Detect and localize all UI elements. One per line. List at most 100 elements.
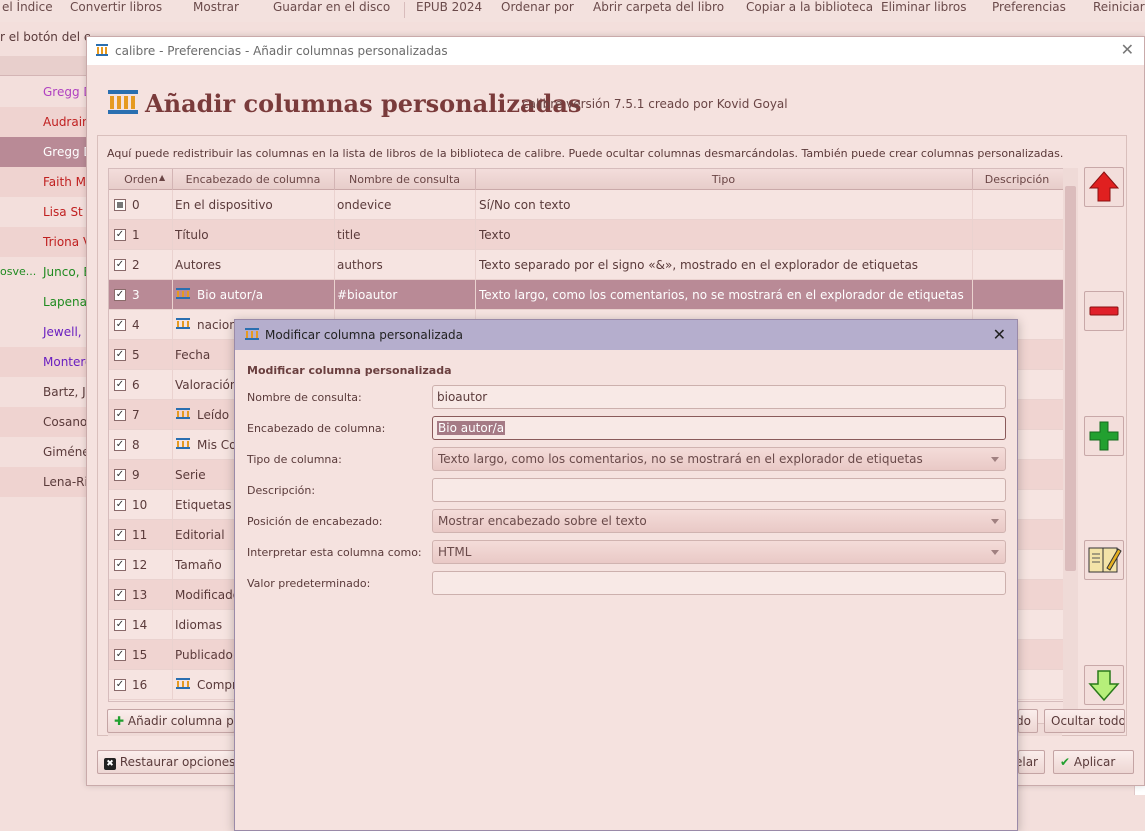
- library-row[interactable]: Montero: [0, 347, 90, 377]
- grid-line: [172, 400, 173, 430]
- toolbar-item-preferences[interactable]: Preferencias: [992, 0, 1066, 14]
- move-down-button[interactable]: [1084, 665, 1124, 705]
- edit-column-button[interactable]: [1084, 540, 1124, 580]
- header-position-select[interactable]: Mostrar encabezado sobre el texto: [432, 509, 1006, 533]
- toolbar-item-save[interactable]: Guardar en el disco: [273, 0, 390, 14]
- toolbar-item-show[interactable]: Mostrar: [193, 0, 239, 14]
- library-cell-author: Lapena,: [43, 295, 90, 309]
- move-up-button[interactable]: [1084, 167, 1124, 207]
- library-cell-author: Lisa St: [43, 205, 83, 219]
- chevron-down-icon: [991, 519, 999, 524]
- order-cell: 16: [132, 678, 148, 692]
- toolbar-item-index[interactable]: el Índice: [2, 0, 53, 14]
- visibility-checkbox[interactable]: ✓: [114, 499, 126, 511]
- hide-all-button[interactable]: Ocultar todo: [1044, 709, 1125, 733]
- order-cell: 4: [132, 318, 140, 332]
- show-all-label: Mostrar todo: [1019, 714, 1031, 728]
- column-type-select[interactable]: Texto largo, como los comentarios, no se…: [432, 447, 1006, 471]
- toolbar-item-open-folder[interactable]: Abrir carpeta del libro: [593, 0, 724, 14]
- order-cell: 1: [132, 228, 140, 242]
- order-cell: 3: [132, 288, 140, 302]
- grid-line: [172, 370, 173, 400]
- show-all-button[interactable]: Mostrar todo: [1018, 709, 1038, 733]
- plus-icon: [1089, 421, 1119, 451]
- header-type[interactable]: Tipo: [475, 173, 972, 186]
- library-row[interactable]: Cosano,: [0, 407, 90, 437]
- visibility-checkbox[interactable]: ✓: [114, 469, 126, 481]
- visibility-checkbox[interactable]: ✓: [114, 559, 126, 571]
- column-header-field[interactable]: Bio autor/a: [432, 416, 1006, 440]
- lookup-field[interactable]: bioautor: [432, 385, 1006, 409]
- library-row[interactable]: Audrain: [0, 107, 90, 137]
- toolbar-item-restart[interactable]: Reiniciar: [1093, 0, 1145, 14]
- library-row[interactable]: osve... Junco, E: [0, 257, 90, 287]
- column-row[interactable]: 0 En el dispositivo ondevice Sí/No con text…: [109, 190, 1077, 220]
- library-row[interactable]: Lena-Riv: [0, 467, 90, 497]
- interpret-as-select[interactable]: HTML: [432, 540, 1006, 564]
- library-table-header: [0, 56, 90, 76]
- toolbar-item-delete[interactable]: Eliminar libros: [881, 0, 967, 14]
- column-row[interactable]: ✓ 3 Bio autor/a #bioautor Texto largo, como …: [109, 280, 1077, 310]
- visibility-checkbox[interactable]: ✓: [114, 289, 126, 301]
- dialog-close-icon[interactable]: ✕: [993, 325, 1006, 344]
- visibility-checkbox[interactable]: ✓: [114, 649, 126, 661]
- type-cell: Texto largo, como los comentarios, no se…: [479, 288, 964, 302]
- description-field[interactable]: [432, 478, 1006, 502]
- library-row[interactable]: Gregg D: [0, 77, 90, 107]
- vertical-scrollbar[interactable]: [1063, 168, 1078, 722]
- grid-line: [475, 220, 476, 250]
- visibility-checkbox[interactable]: ✓: [114, 259, 126, 271]
- library-row[interactable]: Jewell,: [0, 317, 90, 347]
- order-cell: 0: [132, 198, 140, 212]
- header-description[interactable]: Descripción: [972, 173, 1062, 186]
- library-row[interactable]: Lapena,: [0, 287, 90, 317]
- visibility-checkbox[interactable]: ✓: [114, 589, 126, 601]
- custom-column-icon: [175, 677, 191, 693]
- visibility-checkbox[interactable]: ✓: [114, 349, 126, 361]
- remove-column-button[interactable]: [1084, 291, 1124, 331]
- visibility-checkbox[interactable]: ✓: [114, 229, 126, 241]
- order-cell: 6: [132, 378, 140, 392]
- grid-line: [475, 190, 476, 220]
- type-cell: Texto: [479, 228, 511, 242]
- visibility-checkbox[interactable]: ✓: [114, 619, 126, 631]
- visibility-checkbox[interactable]: ✓: [114, 409, 126, 421]
- library-cell-author: Faith M: [43, 175, 86, 189]
- header-cell: Bio autor/a: [197, 288, 264, 302]
- visibility-checkbox[interactable]: ✓: [114, 679, 126, 691]
- restore-defaults-button[interactable]: ✖ Restaurar opciones predeterminadas: [97, 750, 237, 774]
- toolbar-item-convert[interactable]: Convertir libros: [70, 0, 162, 14]
- grid-line: [172, 490, 173, 520]
- scrollbar-thumb[interactable]: [1065, 186, 1076, 571]
- column-row[interactable]: ✓ 2 Autores authors Texto separado por el si…: [109, 250, 1077, 280]
- toolbar-item-sort[interactable]: Ordenar por: [501, 0, 574, 14]
- toolbar-item-epub[interactable]: EPUB 2024: [416, 0, 482, 14]
- custom-column-icon: [175, 317, 191, 333]
- add-column-side-button[interactable]: [1084, 416, 1124, 456]
- grid-line: [334, 190, 335, 220]
- visibility-checkbox[interactable]: ✓: [114, 439, 126, 451]
- column-row[interactable]: ✓ 1 Título title Texto: [109, 220, 1077, 250]
- library-row[interactable]: Bartz, J: [0, 377, 90, 407]
- library-row[interactable]: Faith M: [0, 167, 90, 197]
- header-lookup[interactable]: Nombre de consulta: [334, 173, 475, 186]
- library-row[interactable]: Lisa St: [0, 197, 90, 227]
- library-row[interactable]: Giménez: [0, 437, 90, 467]
- visibility-checkbox[interactable]: ✓: [114, 529, 126, 541]
- close-icon[interactable]: ✕: [1121, 40, 1134, 59]
- visibility-checkbox[interactable]: ✓: [114, 319, 126, 331]
- library-row[interactable]: Triona V: [0, 227, 90, 257]
- library-row[interactable]: Gregg D: [0, 137, 90, 167]
- add-custom-column-button[interactable]: ✚ Añadir columna personalizada: [107, 709, 235, 733]
- visibility-checkbox[interactable]: [114, 199, 126, 211]
- visibility-checkbox[interactable]: ✓: [114, 379, 126, 391]
- column-type-value: Texto largo, como los comentarios, no se…: [438, 452, 923, 466]
- cancel-button[interactable]: Cancelar: [1018, 750, 1045, 774]
- header-column-header[interactable]: Encabezado de columna: [172, 173, 334, 186]
- default-value-field[interactable]: [432, 571, 1006, 595]
- edit-book-icon: [1088, 547, 1122, 573]
- library-cell-author: Audrain: [43, 115, 90, 129]
- library-cell-author: Triona V: [43, 235, 90, 249]
- toolbar-item-copy-library[interactable]: Copiar a la biblioteca: [746, 0, 873, 14]
- apply-button[interactable]: ✔ Aplicar: [1053, 750, 1134, 774]
